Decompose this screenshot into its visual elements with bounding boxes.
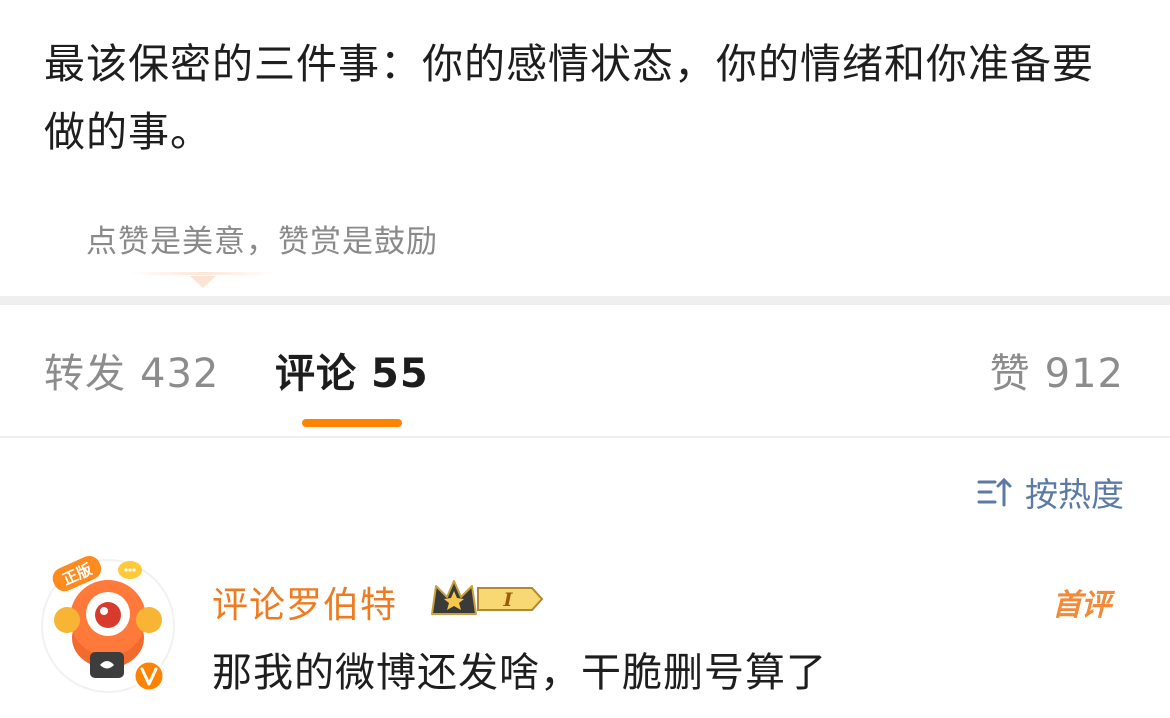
reward-prompt[interactable]: 点赞是美意，赞赏是鼓励 bbox=[86, 216, 438, 261]
post-text: 最该保密的三件事：你的感情状态，你的情绪和你准备要做的事。 bbox=[44, 40, 1094, 156]
tab-repost[interactable]: 转发 432 bbox=[44, 346, 219, 402]
reward-caret bbox=[190, 276, 216, 288]
comment-author-name[interactable]: 评论罗伯特 bbox=[212, 576, 397, 628]
robot-avatar-icon: 正版 bbox=[41, 555, 175, 693]
tab-comments[interactable]: 评论 55 bbox=[275, 346, 429, 402]
first-comment-tag: 首评 bbox=[1052, 588, 1111, 623]
tab-comments-count: 55 bbox=[371, 351, 429, 397]
active-tab-indicator bbox=[302, 419, 402, 427]
tabs-divider bbox=[0, 436, 1170, 438]
avatar[interactable]: 正版 bbox=[38, 548, 178, 698]
sort-button[interactable]: 按热度 bbox=[975, 468, 1124, 516]
crown-level-badge-icon[interactable]: I bbox=[428, 576, 544, 622]
tab-repost-label: 转发 bbox=[44, 351, 126, 397]
sort-icon bbox=[977, 477, 1012, 507]
tab-likes-count: 912 bbox=[1044, 351, 1124, 397]
tab-repost-count: 432 bbox=[140, 351, 220, 397]
sort-label: 按热度 bbox=[1025, 475, 1124, 514]
section-divider bbox=[0, 296, 1170, 305]
tab-comments-label: 评论 bbox=[275, 351, 357, 397]
comment-text: 那我的微博还发啥，干脆删号算了 bbox=[212, 650, 827, 696]
tab-likes-label: 赞 bbox=[989, 351, 1031, 397]
level-badge-label: I bbox=[503, 589, 514, 611]
tab-likes[interactable]: 赞 912 bbox=[990, 346, 1124, 402]
reward-underline bbox=[130, 272, 276, 275]
